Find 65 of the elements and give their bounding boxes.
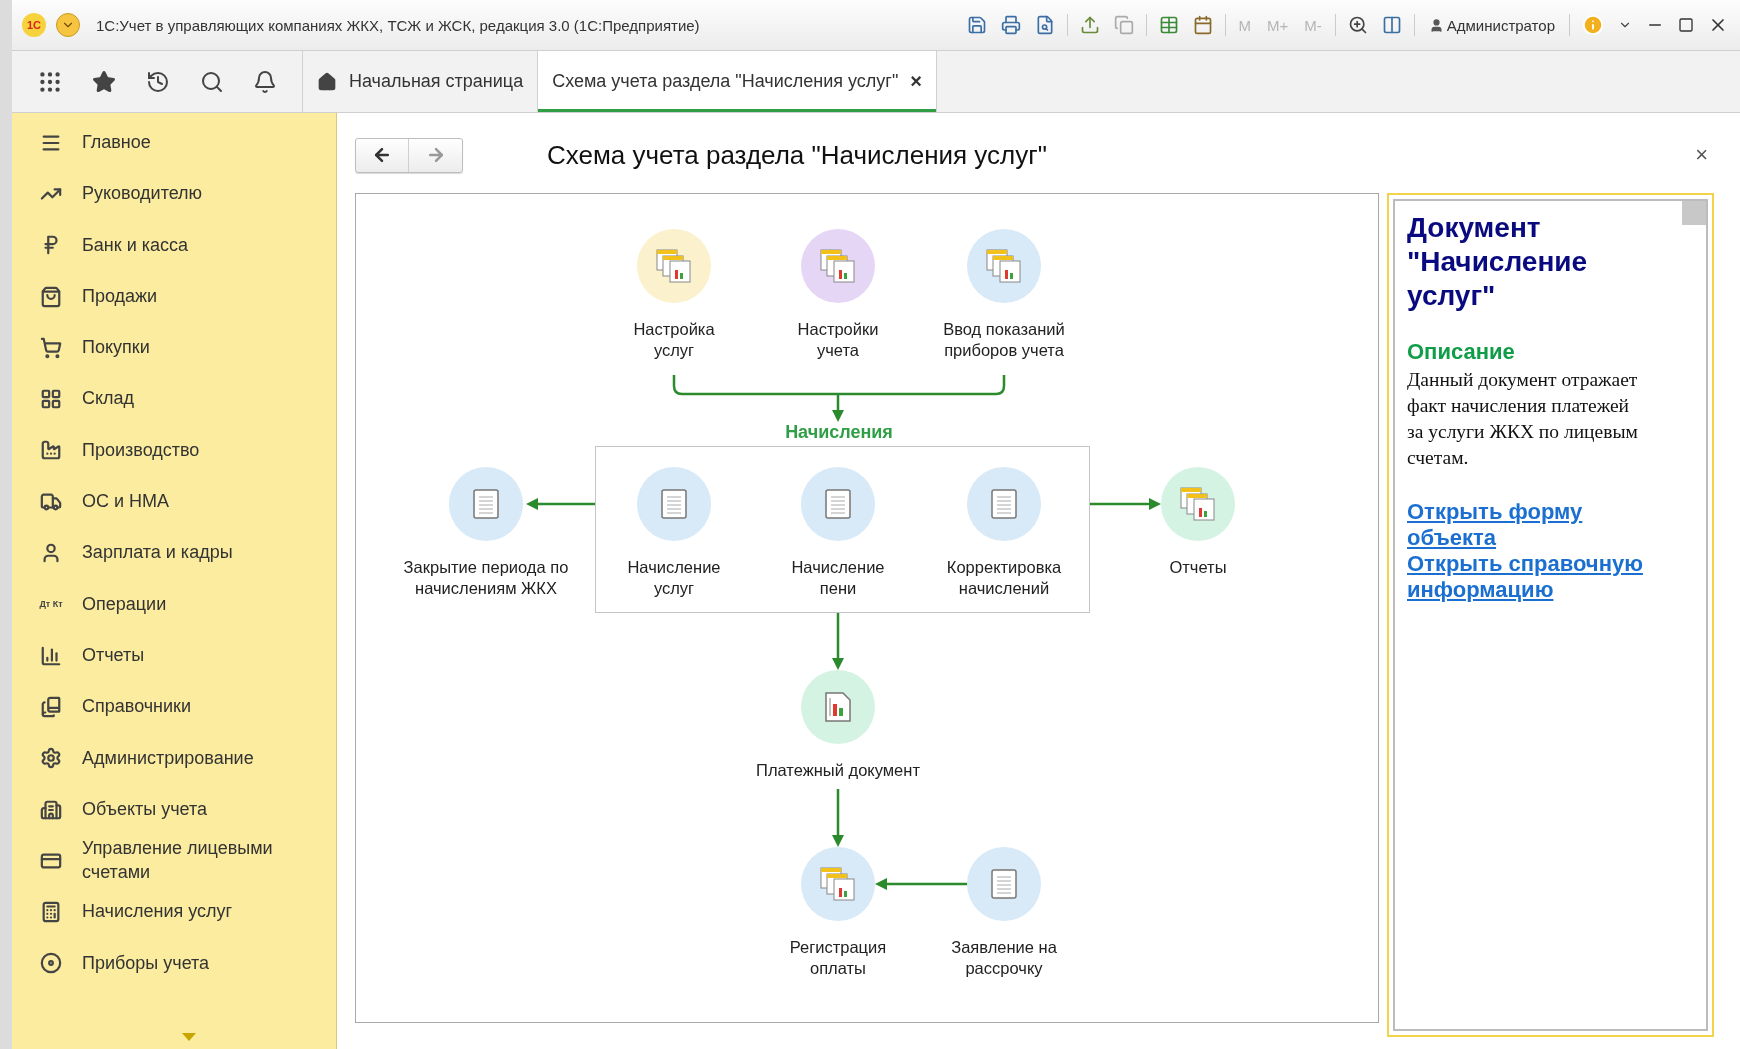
user-button[interactable]: Администратор xyxy=(1424,16,1559,34)
report-stack-icon xyxy=(820,249,856,283)
tab-close-button[interactable]: × xyxy=(910,70,922,93)
sidebar-item[interactable]: Главное xyxy=(12,117,336,169)
report-stack-icon xyxy=(1180,487,1216,521)
document-icon xyxy=(991,869,1017,899)
maximize-icon[interactable] xyxy=(1676,15,1696,35)
document-icon xyxy=(991,489,1017,519)
description-text: Данный документ отражает факт начисления платежей за услуги ЖКХ по лицевым счетам. xyxy=(1407,368,1639,470)
node-label[interactable]: Начисление услуг xyxy=(619,557,729,599)
tab[interactable]: Схема учета раздела "Начисления услуг" × xyxy=(538,51,937,112)
report-stack-icon xyxy=(820,867,856,901)
sidebar-item[interactable]: Отчеты xyxy=(12,629,336,682)
chart-document-icon xyxy=(825,692,851,722)
sidebar-item[interactable]: Покупки xyxy=(12,322,336,374)
sidebar-item[interactable]: Начисления услуг xyxy=(12,886,336,938)
sidebar-item[interactable]: Приборы учета xyxy=(12,937,336,990)
sidebar-item[interactable]: Справочники xyxy=(12,681,336,733)
report-stack-icon xyxy=(656,249,692,283)
page-title: Схема учета раздела "Начисления услуг" xyxy=(547,139,1047,171)
node-label[interactable]: Платежный документ xyxy=(756,760,920,781)
sidebar-item[interactable]: Дт Кт Операции xyxy=(12,578,336,630)
info-link[interactable]: Открыть форму объекта xyxy=(1407,499,1644,551)
info-link[interactable]: Открыть справочную информацию xyxy=(1407,551,1644,603)
scrollbar-thumb[interactable] xyxy=(1682,201,1706,225)
flow-arrow xyxy=(832,613,844,670)
flow-arrow xyxy=(526,498,595,510)
home-icon xyxy=(317,71,337,92)
debit-credit-icon: Дт Кт xyxy=(38,599,64,609)
sidebar-item[interactable]: Продажи xyxy=(12,270,336,323)
section-icon xyxy=(38,336,64,359)
sidebar-item[interactable]: Склад xyxy=(12,373,336,425)
node-label[interactable]: Корректировка начислений xyxy=(934,557,1074,599)
sidebar-item[interactable]: Управление лицевыми счетами xyxy=(12,835,336,887)
close-button[interactable]: × xyxy=(1689,141,1714,169)
group-label: Начисления xyxy=(784,422,894,443)
section-title: Описание xyxy=(1407,339,1515,365)
user-icon xyxy=(1428,17,1444,33)
node-label[interactable]: Начисление пени xyxy=(783,557,893,599)
node-label[interactable]: Закрытие периода по начислениям ЖКХ xyxy=(401,557,571,599)
sidebar-item[interactable]: Руководителю xyxy=(12,168,336,220)
node-label[interactable]: Регистрация оплаты xyxy=(783,937,893,979)
sidebar-item[interactable]: Производство xyxy=(12,424,336,477)
section-icon xyxy=(38,798,64,821)
document-icon xyxy=(825,489,851,519)
node-label[interactable]: Ввод показаний приборов учета xyxy=(934,319,1074,361)
node-label[interactable]: Настройки учета xyxy=(788,319,888,361)
sidebar-item[interactable]: Зарплата и кадры xyxy=(12,527,336,579)
report-stack-icon xyxy=(986,249,1022,283)
node-label[interactable]: Заявление на рассрочку xyxy=(944,937,1064,979)
node-label[interactable]: Настройка услуг xyxy=(624,319,724,361)
sidebar-item[interactable]: Банк и касса xyxy=(12,219,336,271)
info-heading: Документ "Начисление услуг" xyxy=(1407,211,1589,313)
flow-arrow xyxy=(832,789,844,847)
document-icon xyxy=(473,489,499,519)
document-icon xyxy=(661,489,687,519)
sidebar-item[interactable]: Администрирование xyxy=(12,732,336,784)
section-icon xyxy=(38,952,64,975)
flow-arrow xyxy=(1090,498,1161,510)
sidebar-item[interactable]: ОС и НМА xyxy=(12,476,336,528)
sidebar-item[interactable]: Объекты учета xyxy=(12,783,336,836)
window-title: 1С:Учет в управляющих компаниях ЖКХ, ТСЖ и ЖСК, редакция 3.0 (1С:Предприятие) xyxy=(96,16,700,34)
main-menu-button[interactable] xyxy=(56,13,80,37)
scroll-down-icon[interactable] xyxy=(182,1033,196,1041)
node-label[interactable]: Отчеты xyxy=(1169,557,1227,578)
